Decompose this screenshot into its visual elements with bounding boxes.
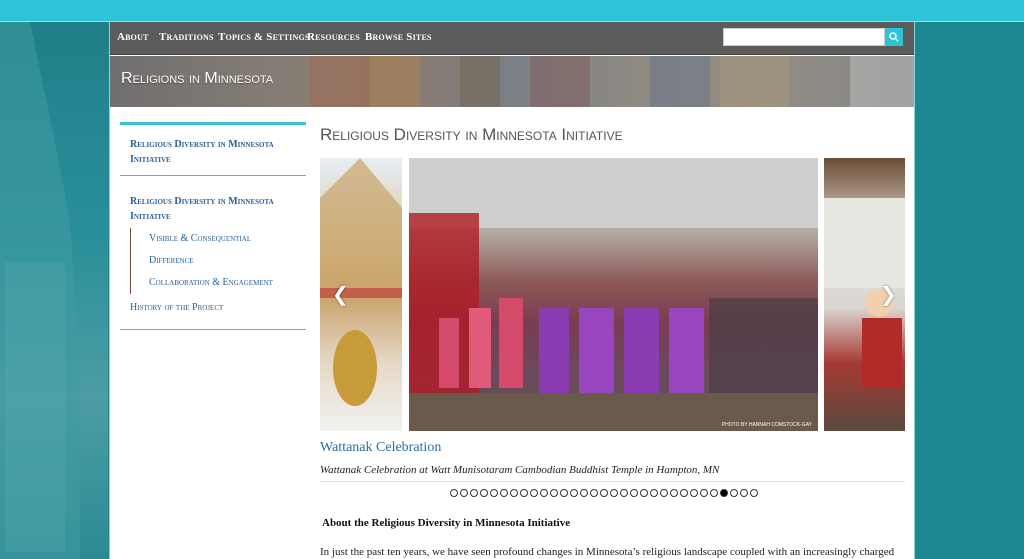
slide-dot[interactable]: [470, 489, 478, 497]
slide-caption-title[interactable]: Wattanak Celebration: [320, 440, 441, 456]
nav-traditions[interactable]: Traditions: [159, 31, 214, 43]
site-title[interactable]: Religions in Minnesota: [121, 70, 273, 88]
nav-topics-settings[interactable]: Topics & Settings: [218, 31, 310, 43]
slide-dot[interactable]: [720, 489, 728, 497]
sidebar: Religious Diversity in Minnesota Initiat…: [120, 122, 306, 330]
top-strip: [0, 0, 1024, 22]
slide-dot[interactable]: [590, 489, 598, 497]
intro-paragraph: In just the past ten years, we have seen…: [320, 546, 895, 558]
slide-dot[interactable]: [490, 489, 498, 497]
search-icon: [889, 32, 899, 42]
slide-dot[interactable]: [620, 489, 628, 497]
slide-dot[interactable]: [670, 489, 678, 497]
slide-dot[interactable]: [560, 489, 568, 497]
search-input[interactable]: [723, 28, 885, 46]
slide-dot[interactable]: [550, 489, 558, 497]
slide-dot[interactable]: [500, 489, 508, 497]
temple-silhouette: [0, 22, 80, 559]
slide-dot[interactable]: [650, 489, 658, 497]
slide-dot[interactable]: [640, 489, 648, 497]
slide-dot[interactable]: [630, 489, 638, 497]
slide-current-image[interactable]: PHOTO BY HANNAH COMSTOCK-GAY: [409, 158, 818, 431]
nav-resources[interactable]: Resources: [307, 31, 360, 43]
slide-dot[interactable]: [530, 489, 538, 497]
background-right: [915, 22, 1024, 559]
image-slideshow: PHOTO BY HANNAH COMSTOCK-GAY ❮ ❯: [320, 158, 905, 431]
chevron-left-icon[interactable]: ❮: [332, 282, 349, 306]
nav-about[interactable]: About: [117, 31, 149, 43]
slide-dot[interactable]: [570, 489, 578, 497]
photo-credit: PHOTO BY HANNAH COMSTOCK-GAY: [721, 422, 812, 428]
sidebar-item-initiative-current[interactable]: Religious Diversity in Minnesota Initiat…: [130, 194, 296, 224]
slide-dot[interactable]: [680, 489, 688, 497]
slide-caption-text: Wattanak Celebration at Watt Munisotaram…: [320, 464, 720, 476]
slide-dot[interactable]: [450, 489, 458, 497]
slide-dot[interactable]: [740, 489, 748, 497]
slide-dot[interactable]: [510, 489, 518, 497]
sidebar-item-initiative[interactable]: Religious Diversity in Minnesota Initiat…: [130, 137, 296, 167]
main-navbar: About Traditions Topics & Settings Resou…: [110, 22, 914, 55]
site-banner: Religions in Minnesota: [110, 56, 914, 107]
slide-dot[interactable]: [690, 489, 698, 497]
nav-browse-sites[interactable]: Browse Sites: [365, 31, 432, 43]
section-heading: About the Religious Diversity in Minneso…: [322, 517, 571, 529]
slide-dot[interactable]: [660, 489, 668, 497]
slide-dot[interactable]: [520, 489, 528, 497]
sidebar-item-collaboration[interactable]: Collaboration & Engagement: [149, 272, 296, 294]
slide-dot[interactable]: [580, 489, 588, 497]
slide-dot[interactable]: [710, 489, 718, 497]
page-frame: About Traditions Topics & Settings Resou…: [109, 22, 915, 559]
background-temple-image: [0, 22, 108, 559]
sidebar-item-history[interactable]: History of the Project: [130, 300, 296, 315]
sidebar-item-visible-difference[interactable]: Visible & Consequential Difference: [149, 228, 296, 272]
slide-dot[interactable]: [700, 489, 708, 497]
slide-dot[interactable]: [540, 489, 548, 497]
slide-dot[interactable]: [600, 489, 608, 497]
slide-dot[interactable]: [460, 489, 468, 497]
slide-dot[interactable]: [730, 489, 738, 497]
slide-pagination: [450, 489, 758, 497]
search-button[interactable]: [885, 28, 903, 46]
slide-dot[interactable]: [480, 489, 488, 497]
page-title: Religious Diversity in Minnesota Initiat…: [320, 125, 623, 144]
chevron-right-icon[interactable]: ❯: [880, 282, 897, 306]
slide-dot[interactable]: [610, 489, 618, 497]
sidebar-subnav: Visible & Consequential Difference Colla…: [130, 228, 296, 294]
slide-dot[interactable]: [750, 489, 758, 497]
